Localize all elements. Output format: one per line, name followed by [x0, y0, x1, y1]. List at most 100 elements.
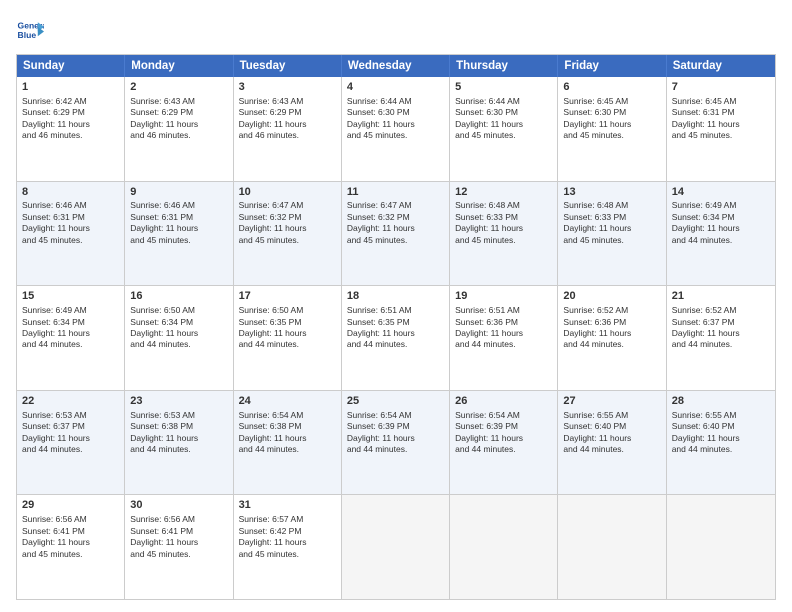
sunrise: Sunrise: 6:48 AM	[455, 200, 520, 210]
daylight: Daylight: 11 hours	[563, 223, 631, 233]
daylight-mins: and 45 minutes.	[563, 130, 623, 140]
sunset: Sunset: 6:39 PM	[455, 421, 518, 431]
sunset: Sunset: 6:36 PM	[563, 317, 626, 327]
daylight: Daylight: 11 hours	[347, 119, 415, 129]
calendar-row-3: 15Sunrise: 6:49 AM Sunset: 6:34 PM Dayligh…	[17, 285, 775, 390]
sunset: Sunset: 6:34 PM	[672, 212, 735, 222]
sunrise: Sunrise: 6:54 AM	[455, 410, 520, 420]
calendar-cell: 19Sunrise: 6:51 AMSunset: 6:36 PMDayligh…	[450, 286, 558, 390]
day-number: 2	[130, 80, 227, 95]
sunset: Sunset: 6:31 PM	[672, 107, 735, 117]
calendar-cell: 1Sunrise: 6:42 AMSunset: 6:29 PMDaylight…	[17, 77, 125, 181]
daylight: Daylight: 11 hours	[130, 223, 198, 233]
daylight-mins: and 45 minutes.	[22, 549, 82, 559]
sunset: Sunset: 6:40 PM	[672, 421, 735, 431]
daylight-mins: and 44 minutes.	[672, 339, 732, 349]
calendar-cell: 11Sunrise: 6:47 AMSunset: 6:32 PMDayligh…	[342, 182, 450, 286]
calendar: SundayMondayTuesdayWednesdayThursdayFrid…	[16, 54, 776, 600]
daylight-mins: and 44 minutes.	[22, 444, 82, 454]
sunset: Sunset: 6:42 PM	[239, 526, 302, 536]
day-number: 13	[563, 185, 660, 200]
sunrise: Sunrise: 6:55 AM	[563, 410, 628, 420]
day-number: 5	[455, 80, 552, 95]
daylight-mins: and 45 minutes.	[130, 235, 190, 245]
daylight: Daylight: 11 hours	[455, 328, 523, 338]
daylight-mins: and 44 minutes.	[672, 235, 732, 245]
day-number: 14	[672, 185, 770, 200]
sunset: Sunset: 6:36 PM	[455, 317, 518, 327]
daylight-mins: and 44 minutes.	[130, 444, 190, 454]
sunrise: Sunrise: 6:50 AM	[130, 305, 195, 315]
sunset: Sunset: 6:34 PM	[22, 317, 85, 327]
daylight-mins: and 44 minutes.	[563, 444, 623, 454]
sunrise: Sunrise: 6:47 AM	[347, 200, 412, 210]
sunrise: Sunrise: 6:49 AM	[22, 305, 87, 315]
sunset: Sunset: 6:39 PM	[347, 421, 410, 431]
header-day-thursday: Thursday	[450, 55, 558, 77]
calendar-cell: 24Sunrise: 6:54 AMSunset: 6:38 PMDayligh…	[234, 391, 342, 495]
calendar-cell	[450, 495, 558, 599]
day-number: 22	[22, 394, 119, 409]
day-number: 30	[130, 498, 227, 513]
daylight-mins: and 44 minutes.	[672, 444, 732, 454]
calendar-cell	[558, 495, 666, 599]
sunrise: Sunrise: 6:47 AM	[239, 200, 304, 210]
sunrise: Sunrise: 6:53 AM	[130, 410, 195, 420]
header-day-friday: Friday	[558, 55, 666, 77]
header-day-monday: Monday	[125, 55, 233, 77]
daylight-mins: and 46 minutes.	[239, 130, 299, 140]
page: General Blue SundayMondayTuesdayWednesda…	[0, 0, 792, 612]
calendar-cell: 25Sunrise: 6:54 AMSunset: 6:39 PMDayligh…	[342, 391, 450, 495]
daylight: Daylight: 11 hours	[239, 537, 307, 547]
daylight: Daylight: 11 hours	[130, 537, 198, 547]
sunset: Sunset: 6:30 PM	[563, 107, 626, 117]
daylight: Daylight: 11 hours	[563, 119, 631, 129]
day-number: 31	[239, 498, 336, 513]
daylight-mins: and 44 minutes.	[239, 444, 299, 454]
sunrise: Sunrise: 6:51 AM	[455, 305, 520, 315]
daylight-mins: and 44 minutes.	[347, 339, 407, 349]
sunrise: Sunrise: 6:45 AM	[563, 96, 628, 106]
daylight-mins: and 45 minutes.	[672, 130, 732, 140]
sunset: Sunset: 6:32 PM	[239, 212, 302, 222]
header-day-sunday: Sunday	[17, 55, 125, 77]
sunset: Sunset: 6:33 PM	[563, 212, 626, 222]
logo: General Blue	[16, 16, 44, 44]
sunrise: Sunrise: 6:43 AM	[239, 96, 304, 106]
day-number: 4	[347, 80, 444, 95]
sunrise: Sunrise: 6:56 AM	[22, 514, 87, 524]
calendar-cell: 26Sunrise: 6:54 AMSunset: 6:39 PMDayligh…	[450, 391, 558, 495]
sunrise: Sunrise: 6:52 AM	[563, 305, 628, 315]
daylight-mins: and 45 minutes.	[347, 235, 407, 245]
day-number: 28	[672, 394, 770, 409]
daylight: Daylight: 11 hours	[672, 433, 740, 443]
daylight: Daylight: 11 hours	[563, 433, 631, 443]
day-number: 15	[22, 289, 119, 304]
calendar-cell: 3Sunrise: 6:43 AMSunset: 6:29 PMDaylight…	[234, 77, 342, 181]
sunset: Sunset: 6:34 PM	[130, 317, 193, 327]
calendar-header: SundayMondayTuesdayWednesdayThursdayFrid…	[17, 55, 775, 77]
sunrise: Sunrise: 6:45 AM	[672, 96, 737, 106]
calendar-body: 1Sunrise: 6:42 AMSunset: 6:29 PMDaylight…	[17, 77, 775, 599]
daylight-mins: and 45 minutes.	[455, 130, 515, 140]
sunrise: Sunrise: 6:50 AM	[239, 305, 304, 315]
sunset: Sunset: 6:37 PM	[22, 421, 85, 431]
sunset: Sunset: 6:30 PM	[455, 107, 518, 117]
calendar-cell: 16Sunrise: 6:50 AMSunset: 6:34 PMDayligh…	[125, 286, 233, 390]
sunrise: Sunrise: 6:43 AM	[130, 96, 195, 106]
daylight: Daylight: 11 hours	[347, 328, 415, 338]
header-day-tuesday: Tuesday	[234, 55, 342, 77]
sunset: Sunset: 6:40 PM	[563, 421, 626, 431]
daylight-mins: and 44 minutes.	[22, 339, 82, 349]
daylight: Daylight: 11 hours	[347, 223, 415, 233]
sunrise: Sunrise: 6:44 AM	[455, 96, 520, 106]
day-number: 20	[563, 289, 660, 304]
header: General Blue	[16, 16, 776, 44]
sunrise: Sunrise: 6:44 AM	[347, 96, 412, 106]
daylight-mins: and 45 minutes.	[22, 235, 82, 245]
daylight: Daylight: 11 hours	[347, 433, 415, 443]
daylight-mins: and 46 minutes.	[22, 130, 82, 140]
svg-text:Blue: Blue	[18, 30, 37, 40]
calendar-cell: 8Sunrise: 6:46 AMSunset: 6:31 PMDaylight…	[17, 182, 125, 286]
day-number: 25	[347, 394, 444, 409]
